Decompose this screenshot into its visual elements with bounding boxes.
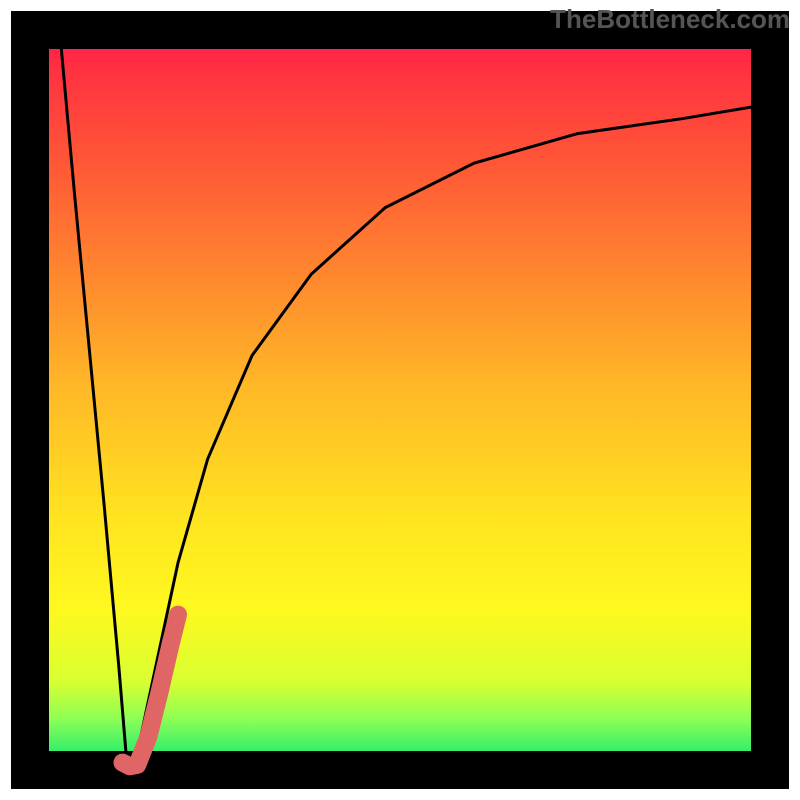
curves-svg (30, 30, 770, 770)
plot-frame (30, 30, 770, 770)
watermark-text: TheBottleneck.com (550, 4, 790, 35)
plot-area (30, 30, 770, 770)
right-rising-curve (134, 104, 770, 770)
inner-border (30, 30, 770, 770)
left-falling-line (60, 30, 127, 755)
chart-container: TheBottleneck.com (0, 0, 800, 800)
